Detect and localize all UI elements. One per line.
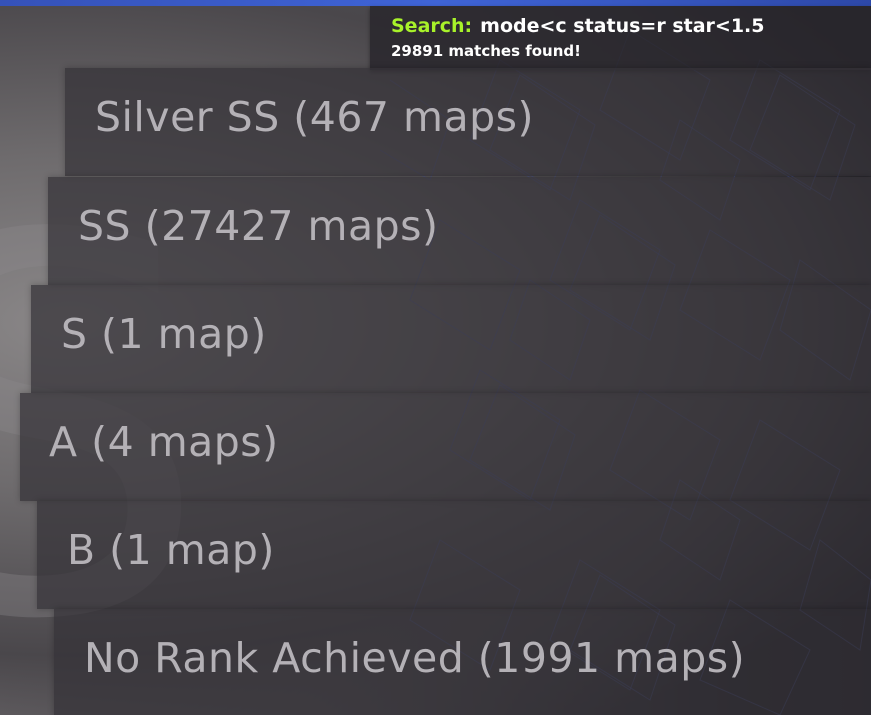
group-header-a[interactable]: A (4 maps) — [20, 393, 871, 501]
group-label: S (1 map) — [61, 310, 267, 358]
group-header-s[interactable]: S (1 map) — [31, 285, 871, 393]
search-match-count: 29891 matches found! — [391, 42, 581, 60]
group-header-no-rank[interactable]: No Rank Achieved (1991 maps) — [54, 609, 871, 715]
group-label: B (1 map) — [67, 526, 275, 574]
group-label: SS (27427 maps) — [78, 202, 439, 250]
search-label: Search: — [391, 15, 473, 37]
group-label: A (4 maps) — [49, 418, 279, 466]
group-header-ss[interactable]: SS (27427 maps) — [48, 177, 871, 285]
search-overlay: Search: mode<c status=r star<1.5 29891 ma… — [370, 6, 871, 70]
group-label: Silver SS (467 maps) — [95, 93, 534, 141]
group-label: No Rank Achieved (1991 maps) — [84, 634, 746, 682]
search-query[interactable]: mode<c status=r star<1.5 — [480, 15, 764, 37]
group-header-b[interactable]: B (1 map) — [37, 501, 871, 609]
search-line: Search: mode<c status=r star<1.5 — [391, 15, 765, 37]
group-header-silver-ss[interactable]: Silver SS (467 maps) — [65, 68, 871, 176]
